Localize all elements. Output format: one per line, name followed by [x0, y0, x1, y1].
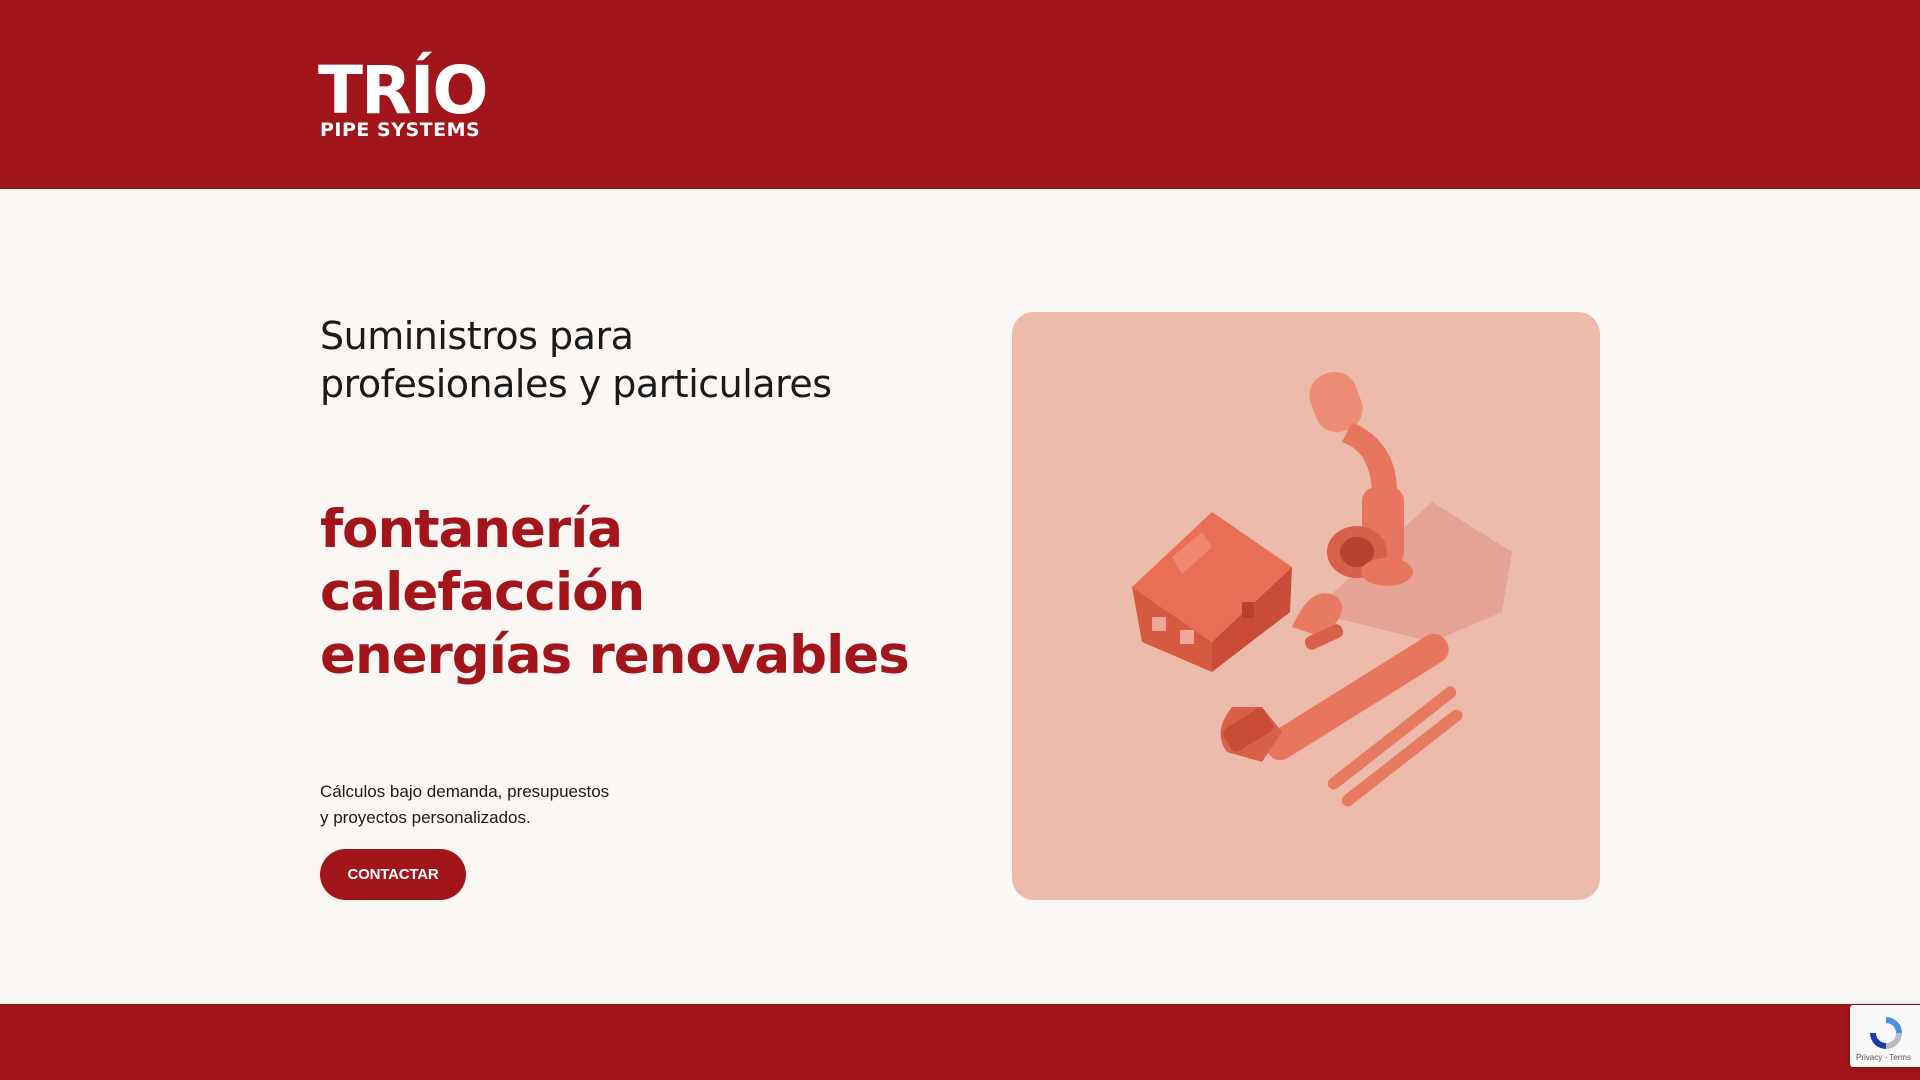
services-list: fontanería calefacción energías renovabl…: [320, 498, 910, 687]
hero-image: [1012, 312, 1600, 900]
hero-title: Suministros para profesionales y particu…: [320, 312, 832, 408]
site-header: TRÍO PIPE SYSTEMS: [0, 0, 1920, 189]
description-line: Cálculos bajo demanda, presupuestos: [320, 782, 610, 801]
recaptcha-badge[interactable]: Privacy - Terms: [1850, 1005, 1920, 1067]
hero-title-line: profesionales y particulares: [320, 362, 832, 406]
hero-title-line: Suministros para: [320, 314, 634, 358]
contact-button[interactable]: CONTACTAR: [320, 849, 466, 900]
logo-wordmark: TRÍO: [318, 52, 489, 129]
service-renewables: energías renovables: [320, 625, 910, 686]
service-heating: calefacción: [320, 562, 645, 623]
logo-tagline: PIPE SYSTEMS: [320, 119, 481, 141]
recaptcha-icon: [1870, 1017, 1902, 1049]
recaptcha-links[interactable]: Privacy - Terms: [1856, 1053, 1911, 1062]
hero-description: Cálculos bajo demanda, presupuestos y pr…: [320, 779, 609, 831]
service-plumbing: fontanería: [320, 499, 623, 560]
valve-part-icon: [1292, 593, 1344, 650]
plumbing-illustration: [1132, 371, 1512, 807]
site-footer: [0, 1004, 1920, 1080]
house-model-icon: [1132, 512, 1292, 672]
description-line: y proyectos personalizados.: [320, 808, 531, 827]
trio-logo[interactable]: TRÍO PIPE SYSTEMS: [318, 48, 489, 142]
pipe-fitting-icon: [1309, 371, 1413, 586]
